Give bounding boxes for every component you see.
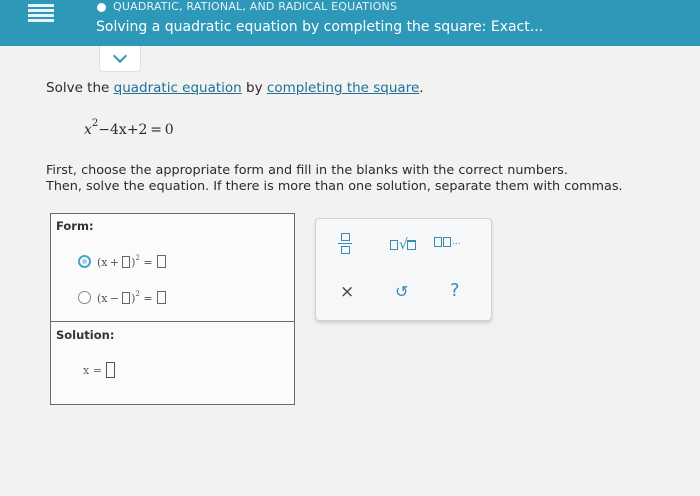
answer-form: Form: (x + )2 = (x − )2 = Solution: x = — [50, 213, 295, 405]
solution-row: x = — [83, 362, 116, 378]
form-label: Form: — [56, 219, 94, 233]
form-divider — [51, 321, 294, 322]
completing-square-link[interactable]: completing the square — [267, 80, 419, 96]
expand-toggle[interactable] — [99, 46, 141, 72]
chevron-down-icon — [112, 48, 128, 64]
form-option-plus[interactable]: (x + )2 = — [78, 254, 167, 269]
radio-selected-icon[interactable] — [78, 255, 91, 268]
solution-label: Solution: — [56, 328, 115, 342]
option1-blank-k[interactable] — [157, 255, 167, 268]
menu-icon[interactable] — [28, 2, 54, 24]
top-header: QUADRATIC, RATIONAL, AND RADICAL EQUATIO… — [0, 0, 700, 46]
option2-blank-h[interactable] — [122, 292, 131, 304]
clear-icon[interactable]: × — [340, 282, 354, 302]
option1-blank-h[interactable] — [122, 256, 131, 268]
undo-icon[interactable]: ↺ — [395, 282, 408, 301]
form-option-minus[interactable]: (x − )2 = — [78, 290, 167, 305]
page-title: Solving a quadratic equation by completi… — [96, 19, 544, 35]
sqrt-icon[interactable]: √ — [390, 237, 416, 253]
problem-equation: x2−4x+2 = 0 — [84, 118, 174, 138]
quadratic-equation-link[interactable]: quadratic equation — [114, 80, 242, 96]
solution-input[interactable] — [105, 362, 115, 378]
problem-prompt: Solve the quadratic equation by completi… — [46, 80, 424, 96]
instructions: First, choose the appropriate form and f… — [46, 163, 623, 194]
status-dot-icon — [97, 3, 106, 12]
option2-blank-k[interactable] — [157, 291, 167, 304]
topic-category: QUADRATIC, RATIONAL, AND RADICAL EQUATIO… — [113, 0, 398, 13]
radio-unselected-icon[interactable] — [78, 291, 91, 304]
list-icon[interactable]: ... — [434, 237, 461, 247]
fraction-icon[interactable] — [338, 233, 352, 254]
math-toolbar: √ ... × ↺ ? — [315, 218, 492, 321]
help-icon[interactable]: ? — [450, 280, 460, 301]
